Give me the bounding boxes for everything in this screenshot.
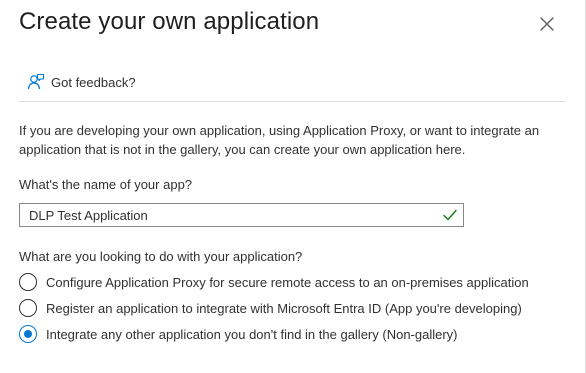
panel-title: Create your own application	[19, 8, 320, 35]
purpose-question: What are you looking to do with your app…	[19, 249, 303, 264]
app-name-label: What's the name of your app?	[19, 177, 193, 192]
create-app-panel: Create your own application Got feedback…	[0, 0, 586, 373]
radio-option-non-gallery[interactable]: Integrate any other application you don'…	[19, 325, 458, 343]
feedback-link[interactable]: Got feedback?	[27, 73, 136, 91]
app-name-input[interactable]	[20, 204, 430, 226]
radio-label: Register an application to integrate wit…	[46, 300, 522, 316]
checkmark-icon	[443, 209, 457, 221]
radio-selected-dot	[24, 330, 32, 338]
intro-text: If you are developing your own applicati…	[19, 123, 540, 157]
divider	[19, 101, 565, 102]
close-icon	[538, 15, 556, 33]
feedback-person-icon	[27, 73, 45, 91]
radio-button[interactable]	[19, 273, 37, 291]
app-name-field[interactable]	[19, 203, 464, 227]
radio-label: Configure Application Proxy for secure r…	[46, 274, 529, 290]
radio-option-app-proxy[interactable]: Configure Application Proxy for secure r…	[19, 273, 529, 291]
radio-button-selected[interactable]	[19, 325, 37, 343]
feedback-label: Got feedback?	[51, 74, 136, 90]
radio-label: Integrate any other application you don'…	[46, 326, 458, 342]
close-button[interactable]	[538, 15, 556, 33]
radio-option-register-app[interactable]: Register an application to integrate wit…	[19, 299, 522, 317]
radio-button[interactable]	[19, 299, 37, 317]
